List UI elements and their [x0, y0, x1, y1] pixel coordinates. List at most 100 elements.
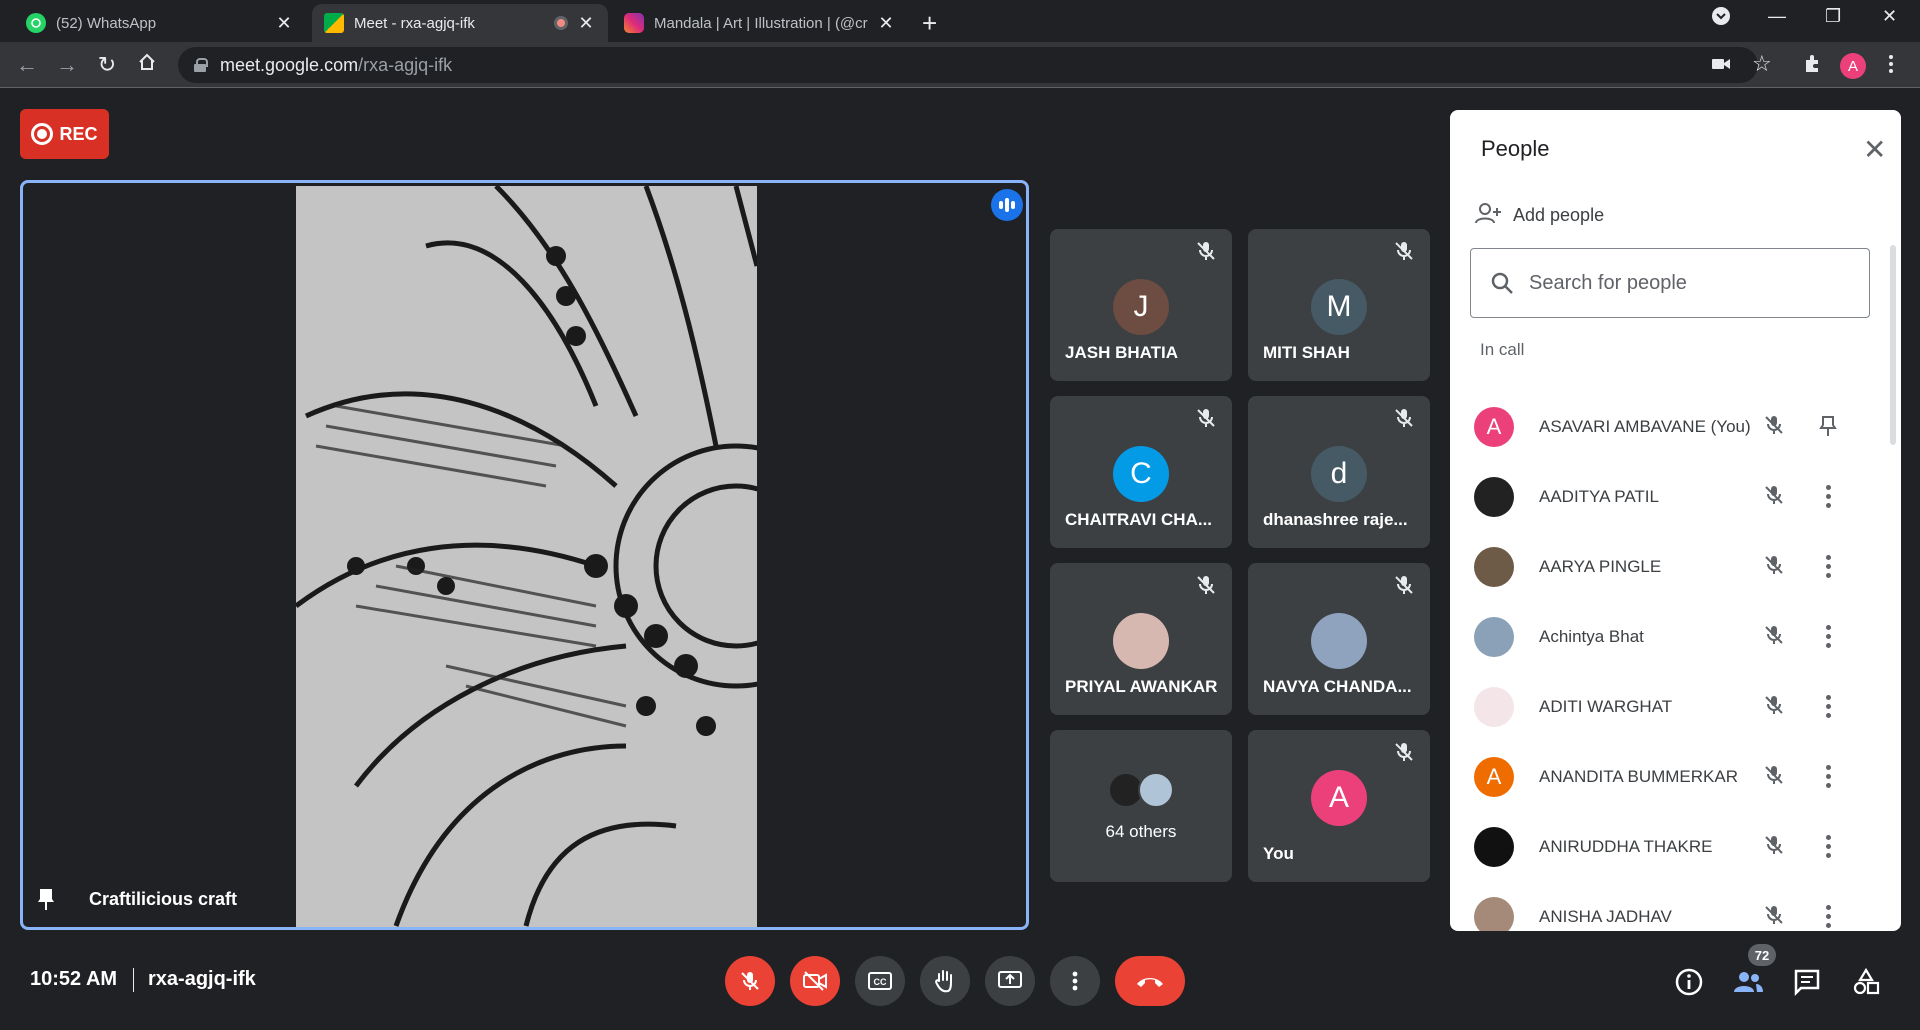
raise-hand-button[interactable] — [920, 956, 970, 1006]
browser-menu-icon[interactable] — [1888, 54, 1894, 80]
activities-icon — [1853, 968, 1880, 995]
rec-label: REC — [59, 123, 98, 144]
avatar — [1113, 613, 1169, 669]
people-panel-title: People — [1481, 136, 1550, 161]
people-list-item[interactable]: Achintya Bhat — [1474, 612, 1884, 662]
more-vert-icon[interactable] — [1816, 620, 1840, 652]
close-panel-icon[interactable]: ✕ — [1863, 136, 1886, 164]
participant-tile[interactable]: 64 others — [1050, 730, 1232, 882]
close-window-icon[interactable]: ✕ — [1882, 6, 1897, 27]
pin-icon[interactable] — [1816, 410, 1840, 442]
reload-icon[interactable]: ↻ — [94, 52, 120, 78]
mic-off-icon — [1196, 575, 1216, 600]
address-bar[interactable]: meet.google.com/rxa-agjq-ifk — [178, 47, 1758, 83]
profile-avatar[interactable]: A — [1840, 53, 1866, 79]
tab-whatsapp[interactable]: (52) WhatsApp ✕ — [14, 4, 306, 42]
avatar — [1311, 613, 1367, 669]
people-list-item[interactable]: ADITI WARGHAT — [1474, 682, 1884, 732]
leave-call-button[interactable] — [1115, 956, 1185, 1006]
camera-permission-icon[interactable] — [1712, 54, 1730, 77]
close-tab-icon[interactable]: ✕ — [274, 13, 294, 34]
maximize-icon[interactable]: ❐ — [1825, 6, 1841, 27]
tab-meet[interactable]: Meet - rxa-agjq-ifk ✕ — [312, 4, 608, 42]
mic-off-icon — [1394, 575, 1414, 600]
speaking-indicator-icon — [991, 189, 1023, 221]
new-tab-button[interactable]: + — [922, 8, 937, 39]
more-vert-icon[interactable] — [1816, 830, 1840, 862]
tile-name: JASH BHATIA — [1065, 343, 1179, 362]
extensions-icon[interactable] — [1802, 54, 1822, 80]
person-name: ADITI WARGHAT — [1539, 697, 1673, 716]
home-icon[interactable] — [134, 52, 160, 78]
more-options-button[interactable] — [1050, 956, 1100, 1006]
search-people-input[interactable]: Search for people — [1470, 248, 1870, 318]
people-button[interactable] — [1732, 966, 1764, 998]
mic-off-icon[interactable] — [1764, 555, 1784, 580]
mic-off-icon[interactable] — [1764, 485, 1784, 510]
add-people-button[interactable]: Add people — [1475, 202, 1604, 229]
presenter-label: Craftilicious craft — [35, 887, 237, 911]
tab-search-icon[interactable] — [1711, 6, 1731, 31]
close-tab-icon[interactable]: ✕ — [576, 13, 596, 34]
activities-button[interactable] — [1850, 966, 1882, 998]
avatar: M — [1311, 279, 1367, 335]
presenter-video — [294, 184, 859, 927]
tab-instagram[interactable]: Mandala | Art | Illustration | (@cr ✕ — [612, 4, 908, 42]
participant-tile[interactable]: C CHAITRAVI CHA... — [1050, 396, 1232, 548]
more-vert-icon[interactable] — [1816, 900, 1840, 931]
present-screen-button[interactable] — [985, 956, 1035, 1006]
tab-title: Mandala | Art | Illustration | (@cr — [654, 14, 868, 32]
more-vert-icon[interactable] — [1816, 690, 1840, 722]
avatar: C — [1113, 446, 1169, 502]
whatsapp-icon — [26, 13, 46, 33]
people-list-item[interactable]: ANIRUDDHA THAKRE — [1474, 822, 1884, 872]
chat-button[interactable] — [1791, 966, 1823, 998]
people-list-item[interactable]: A ASAVARI AMBAVANE (You) — [1474, 402, 1884, 452]
mic-off-icon — [1394, 408, 1414, 433]
avatar — [1474, 477, 1514, 517]
pin-icon[interactable] — [35, 887, 57, 911]
mic-off-icon[interactable] — [1764, 415, 1784, 440]
participant-tile[interactable]: d dhanashree raje... — [1248, 396, 1430, 548]
microphone-toggle-button[interactable] — [725, 956, 775, 1006]
info-icon — [1675, 968, 1703, 996]
recording-indicator-icon — [554, 16, 568, 30]
mic-off-icon[interactable] — [1764, 765, 1784, 790]
clock: 10:52 AM — [30, 968, 118, 990]
minimize-icon[interactable]: — — [1768, 6, 1786, 27]
instagram-icon — [624, 13, 644, 33]
participant-tile[interactable]: NAVYA CHANDA... — [1248, 563, 1430, 715]
mic-off-icon[interactable] — [1764, 695, 1784, 720]
tab-title: Meet - rxa-agjq-ifk — [354, 14, 475, 32]
main-video-tile[interactable]: Craftilicious craft — [20, 180, 1029, 930]
more-vert-icon[interactable] — [1816, 550, 1840, 582]
participant-tile[interactable]: J JASH BHATIA — [1050, 229, 1232, 381]
people-list-item[interactable]: AADITYA PATIL — [1474, 472, 1884, 522]
mic-off-icon[interactable] — [1764, 625, 1784, 650]
tile-name: dhanashree raje... — [1263, 510, 1408, 529]
captions-button[interactable]: CC — [855, 956, 905, 1006]
chat-icon — [1794, 969, 1820, 996]
participant-tile[interactable]: A You — [1248, 730, 1430, 882]
participant-tile[interactable]: M MITI SHAH — [1248, 229, 1430, 381]
close-tab-icon[interactable]: ✕ — [876, 13, 896, 34]
people-list-item[interactable]: AARYA PINGLE — [1474, 542, 1884, 592]
back-icon[interactable]: ← — [14, 52, 40, 78]
meeting-details-button[interactable] — [1673, 966, 1705, 998]
bookmark-star-icon[interactable]: ☆ — [1752, 51, 1772, 77]
avatar: A — [1474, 757, 1514, 797]
mic-off-icon[interactable] — [1764, 835, 1784, 860]
person-name: AADITYA PATIL — [1539, 487, 1659, 506]
more-vert-icon[interactable] — [1816, 480, 1840, 512]
people-list-item[interactable]: ANISHA JADHAV — [1474, 892, 1884, 931]
forward-icon[interactable]: → — [54, 52, 80, 78]
people-panel-scrollbar[interactable] — [1890, 245, 1896, 445]
camera-toggle-button[interactable] — [790, 956, 840, 1006]
avatar — [1474, 547, 1514, 587]
tile-name: You — [1263, 844, 1294, 863]
mic-off-icon — [1196, 408, 1216, 433]
mic-off-icon[interactable] — [1764, 905, 1784, 930]
participant-tile[interactable]: PRIYAL AWANKAR — [1050, 563, 1232, 715]
more-vert-icon[interactable] — [1816, 760, 1840, 792]
people-list-item[interactable]: A ANANDITA BUMMERKAR — [1474, 752, 1884, 802]
